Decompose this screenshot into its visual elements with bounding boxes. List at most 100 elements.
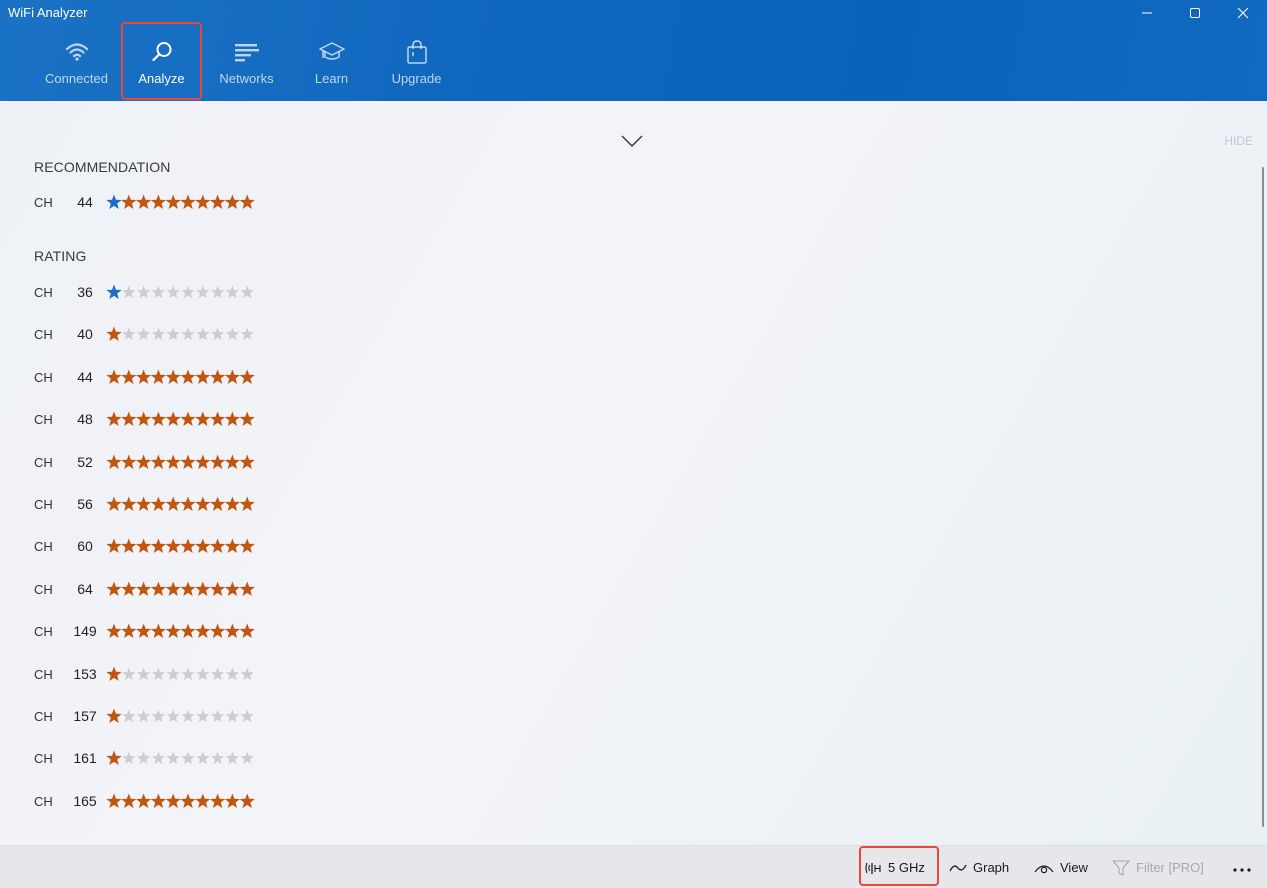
star-empty-icon — [151, 285, 166, 299]
star-filled-icon — [106, 793, 122, 808]
nav-upgrade[interactable]: Upgrade — [374, 22, 459, 100]
hide-button[interactable]: HIDE — [1224, 134, 1253, 148]
star-empty-icon — [181, 667, 195, 681]
star-filled-icon — [180, 623, 196, 638]
star-empty-icon — [225, 327, 240, 341]
rating-row: CH 48 — [34, 409, 256, 429]
star-filled-icon — [106, 454, 122, 469]
star-filled-icon — [195, 496, 211, 511]
star-filled-icon — [121, 496, 137, 511]
star-empty-icon — [225, 709, 240, 723]
star-filled-icon — [224, 369, 241, 384]
star-filled-icon — [165, 623, 181, 638]
star-filled-icon — [165, 411, 181, 426]
collapse-chevron-button[interactable] — [620, 133, 644, 154]
rating-row: CH 161 — [34, 748, 256, 768]
nav-label-analyze: Analyze — [138, 71, 185, 86]
graph-button[interactable]: Graph — [949, 846, 1009, 888]
ch-label: CH — [34, 454, 53, 470]
ch-label: CH — [34, 750, 53, 766]
minimize-icon — [1141, 7, 1153, 19]
star-filled-icon — [209, 194, 226, 209]
star-filled-icon — [150, 369, 167, 384]
channel-number: 60 — [77, 538, 93, 554]
star-filled-icon — [224, 194, 241, 209]
ch-label: CH — [34, 194, 53, 210]
channel-number: 44 — [77, 194, 93, 210]
channel-number: 36 — [77, 284, 93, 300]
star-filled-icon — [121, 411, 137, 426]
star-filled-icon — [135, 411, 152, 426]
star-filled-icon — [195, 538, 211, 553]
star-filled-icon — [150, 538, 167, 553]
star-empty-icon — [151, 709, 166, 723]
star-rating — [106, 706, 256, 726]
filter-button[interactable]: Filter [PRO] — [1112, 846, 1204, 888]
star-filled-icon — [180, 194, 196, 209]
star-filled-icon — [195, 793, 211, 808]
star-filled-icon — [165, 793, 181, 808]
close-button[interactable] — [1219, 0, 1267, 26]
star-empty-icon — [196, 285, 210, 299]
star-filled-icon — [150, 411, 167, 426]
star-empty-icon — [210, 667, 225, 681]
ch-label: CH — [34, 623, 53, 639]
star-empty-icon — [136, 751, 151, 765]
magnifier-icon — [150, 40, 174, 64]
nav-networks[interactable]: Networks — [204, 22, 289, 100]
channel-number: 48 — [77, 411, 93, 427]
rating-row: CH 165 — [34, 791, 256, 811]
recommendation-row: CH 44 — [34, 192, 256, 212]
star-filled-icon — [224, 496, 241, 511]
maximize-button[interactable] — [1171, 0, 1219, 26]
analyze-panel: HIDE RECOMMENDATION CH 44 RATING CH 36 CH 4… — [0, 101, 1267, 845]
star-filled-icon — [135, 369, 152, 384]
star-empty-icon — [196, 327, 210, 341]
channel-number: 44 — [77, 369, 93, 385]
more-button[interactable] — [1232, 846, 1252, 888]
channel-number: 40 — [77, 326, 93, 342]
star-empty-icon — [210, 285, 225, 299]
star-filled-icon — [209, 623, 226, 638]
star-empty-icon — [225, 285, 240, 299]
nav-connected[interactable]: Connected — [34, 22, 119, 100]
nav-label-networks: Networks — [219, 71, 274, 86]
nav-label-upgrade: Upgrade — [391, 71, 442, 86]
star-empty-icon — [225, 751, 240, 765]
star-rating — [106, 324, 256, 344]
nav-analyze[interactable]: Analyze — [119, 22, 204, 100]
minimize-button[interactable] — [1123, 0, 1171, 26]
rating-row: CH 52 — [34, 452, 256, 472]
star-filled-icon — [195, 369, 211, 384]
star-empty-icon — [181, 751, 195, 765]
star-filled-icon — [239, 454, 255, 469]
view-button[interactable]: View — [1034, 846, 1088, 888]
band-button[interactable]: 5 GHz — [864, 846, 925, 888]
recommendation-title: RECOMMENDATION — [34, 159, 171, 175]
star-filled-icon — [195, 581, 211, 596]
more-dots-icon — [1232, 860, 1252, 875]
ch-label: CH — [34, 326, 53, 342]
star-filled-icon — [106, 194, 122, 209]
star-rating — [106, 579, 256, 599]
ch-label: CH — [34, 496, 53, 512]
mortarboard-icon — [318, 40, 345, 64]
star-filled-icon — [209, 581, 226, 596]
shopping-bag-icon — [406, 40, 428, 64]
star-empty-icon — [122, 709, 136, 723]
scrollbar[interactable] — [1262, 167, 1264, 827]
star-filled-icon — [239, 623, 255, 638]
star-filled-icon — [224, 454, 241, 469]
star-empty-icon — [136, 667, 151, 681]
channel-number: 52 — [77, 454, 93, 470]
star-filled-icon — [165, 538, 181, 553]
star-empty-icon — [122, 667, 136, 681]
star-empty-icon — [225, 667, 240, 681]
star-filled-icon — [150, 623, 167, 638]
star-empty-icon — [210, 327, 225, 341]
maximize-icon — [1189, 7, 1201, 19]
star-filled-icon — [150, 496, 167, 511]
nav-learn[interactable]: Learn — [289, 22, 374, 100]
star-filled-icon — [121, 194, 137, 209]
star-filled-icon — [106, 411, 122, 426]
